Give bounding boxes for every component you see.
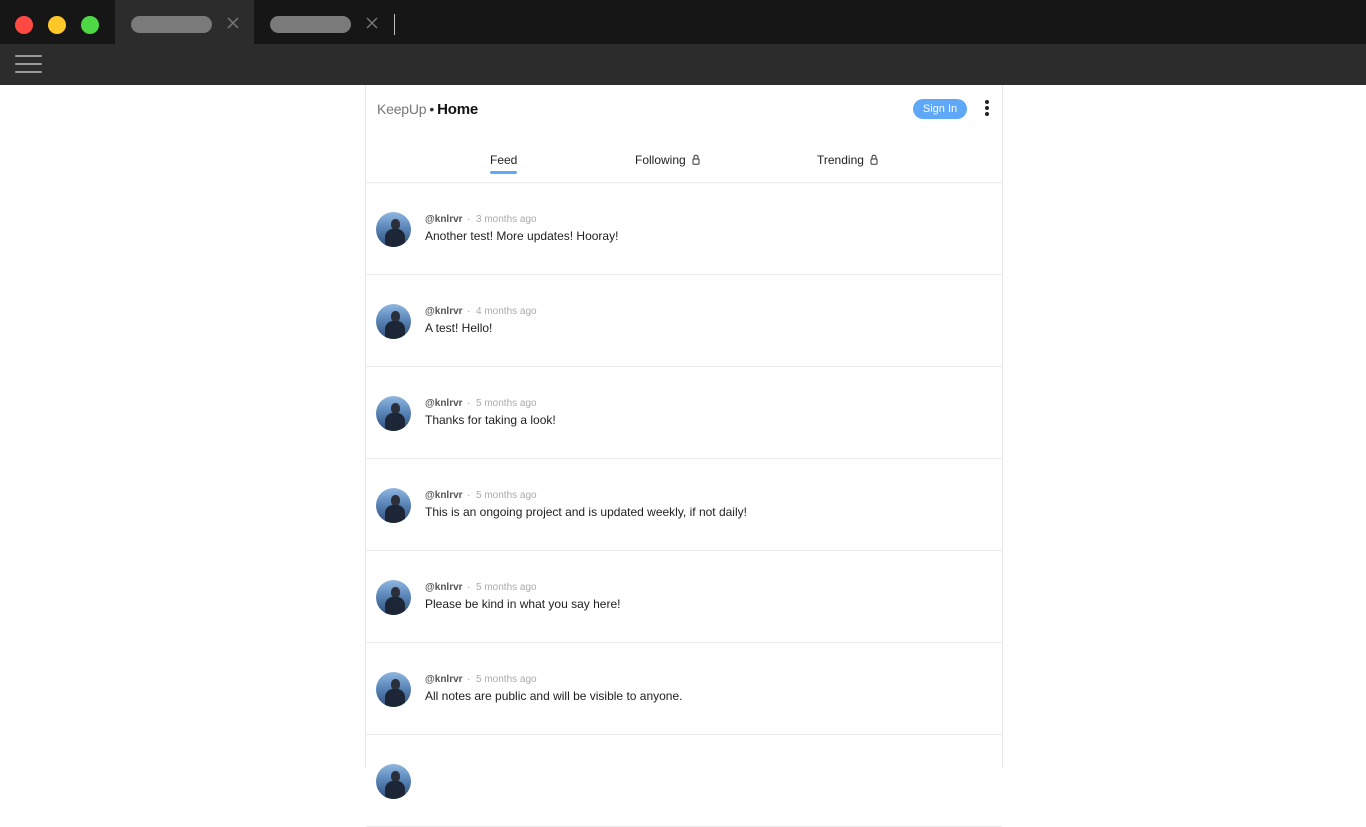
close-window-button[interactable] xyxy=(15,16,33,34)
post-timestamp: 3 months ago xyxy=(476,214,537,225)
tab-feed[interactable]: Feed xyxy=(490,153,518,174)
meta-separator: · xyxy=(467,398,471,409)
tab-trending[interactable]: Trending xyxy=(817,153,878,167)
lock-icon xyxy=(870,155,878,166)
minimize-window-button[interactable] xyxy=(48,16,66,34)
avatar[interactable] xyxy=(376,212,411,247)
tab-following[interactable]: Following xyxy=(635,153,700,167)
tab-trending-label: Trending xyxy=(817,153,864,167)
brand-name[interactable]: KeepUp xyxy=(377,101,427,117)
active-tab-indicator xyxy=(490,171,518,174)
meta-separator: · xyxy=(467,490,471,501)
browser-tab-1[interactable] xyxy=(115,0,254,44)
brand-separator: • xyxy=(429,101,435,117)
window-titlebar xyxy=(0,0,1366,44)
app-page: KeepUp • Home Sign In Feed Following Trend… xyxy=(365,85,1003,827)
feed-post xyxy=(366,735,1002,827)
post-username[interactable]: @knlrvr xyxy=(425,398,463,409)
browser-tab-2[interactable] xyxy=(254,0,393,44)
avatar[interactable] xyxy=(376,580,411,615)
post-text: Please be kind in what you say here! xyxy=(425,597,621,611)
post-timestamp: 5 months ago xyxy=(476,674,537,685)
post-username[interactable]: @knlrvr xyxy=(425,490,463,501)
feed-post: @knlrvr · 3 months ago Another test! Mor… xyxy=(366,183,1002,275)
avatar[interactable] xyxy=(376,396,411,431)
feed-tabs: Feed Following Trending xyxy=(366,153,1002,175)
maximize-window-button[interactable] xyxy=(81,16,99,34)
app-header: KeepUp • Home Sign In Feed Following Trend… xyxy=(366,85,1002,183)
feed-post: @knlrvr · 5 months ago Thanks for taking… xyxy=(366,367,1002,459)
post-text: Thanks for taking a look! xyxy=(425,413,556,427)
post-text: All notes are public and will be visible… xyxy=(425,689,683,703)
post-username[interactable]: @knlrvr xyxy=(425,306,463,317)
post-timestamp: 5 months ago xyxy=(476,582,537,593)
post-username[interactable]: @knlrvr xyxy=(425,214,463,225)
post-timestamp: 4 months ago xyxy=(476,306,537,317)
close-tab-icon[interactable] xyxy=(364,15,380,31)
post-username[interactable]: @knlrvr xyxy=(425,674,463,685)
avatar[interactable] xyxy=(376,764,411,799)
tab-title-placeholder xyxy=(270,16,351,33)
meta-separator: · xyxy=(467,674,471,685)
more-options-icon[interactable] xyxy=(983,100,991,120)
hamburger-menu-icon[interactable] xyxy=(15,55,42,75)
avatar[interactable] xyxy=(376,304,411,339)
feed-list: @knlrvr · 3 months ago Another test! Mor… xyxy=(366,183,1002,827)
tab-title-placeholder xyxy=(131,16,212,33)
close-tab-icon[interactable] xyxy=(225,15,241,31)
feed-post: @knlrvr · 5 months ago This is an ongoin… xyxy=(366,459,1002,551)
meta-separator: · xyxy=(467,582,471,593)
meta-separator: · xyxy=(467,306,471,317)
brand-title: KeepUp • Home xyxy=(377,101,478,118)
tab-following-label: Following xyxy=(635,153,686,167)
post-text: Another test! More updates! Hooray! xyxy=(425,229,619,243)
sign-in-button[interactable]: Sign In xyxy=(913,99,967,119)
feed-post: @knlrvr · 5 months ago All notes are pub… xyxy=(366,643,1002,735)
post-timestamp: 5 months ago xyxy=(476,398,537,409)
feed-post: @knlrvr · 4 months ago A test! Hello! xyxy=(366,275,1002,367)
avatar[interactable] xyxy=(376,488,411,523)
post-username[interactable]: @knlrvr xyxy=(425,582,463,593)
meta-separator: · xyxy=(467,214,471,225)
avatar[interactable] xyxy=(376,672,411,707)
browser-toolbar xyxy=(0,44,1366,85)
feed-post: @knlrvr · 5 months ago Please be kind in… xyxy=(366,551,1002,643)
tab-feed-label: Feed xyxy=(490,153,518,167)
tab-divider xyxy=(394,14,395,35)
page-title: Home xyxy=(437,101,478,118)
lock-icon xyxy=(692,155,700,166)
post-text: This is an ongoing project and is update… xyxy=(425,505,747,519)
post-timestamp: 5 months ago xyxy=(476,490,537,501)
post-text: A test! Hello! xyxy=(425,321,493,335)
